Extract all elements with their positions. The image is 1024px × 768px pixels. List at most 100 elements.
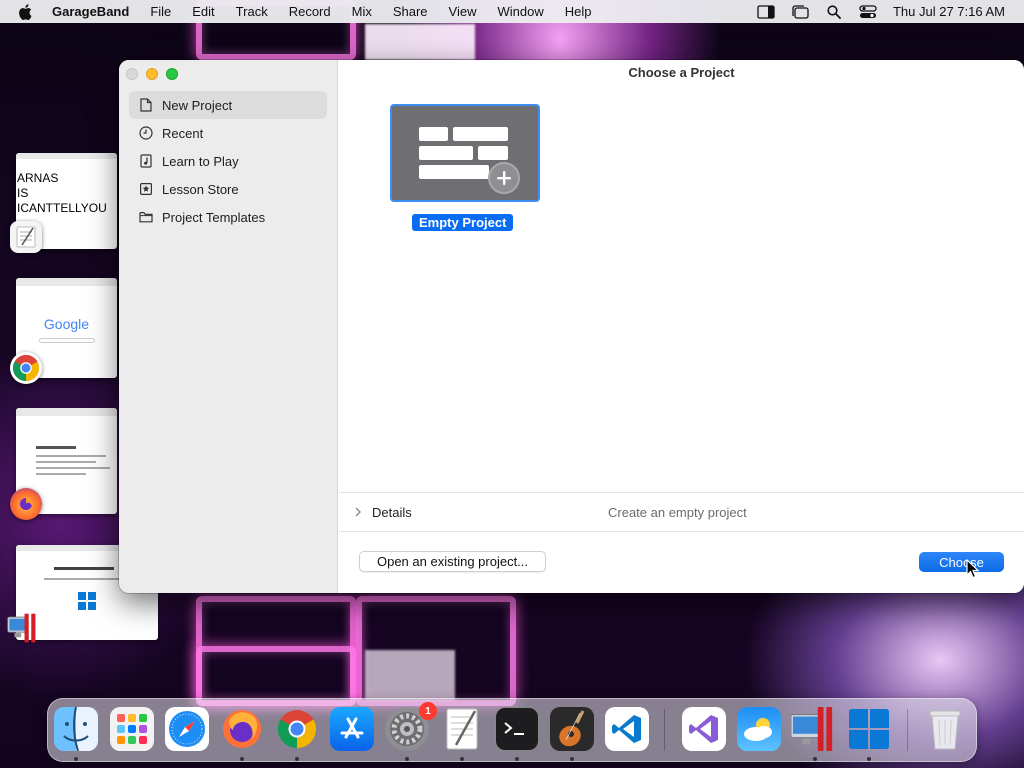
running-indicator [813, 757, 817, 761]
sidebar-item-label: Learn to Play [162, 153, 239, 169]
notification-badge: 1 [419, 702, 437, 720]
menu-file[interactable]: File [150, 4, 171, 19]
minimize-window-button[interactable] [146, 68, 158, 80]
dock-divider [907, 709, 908, 751]
project-content: Choose a Project Empty Project Details C… [339, 60, 1024, 593]
running-indicator [74, 757, 78, 761]
choose-button[interactable]: Choose [919, 552, 1004, 572]
music-note-icon [139, 154, 153, 168]
chrome-icon[interactable] [10, 352, 42, 384]
empty-project-tile[interactable] [390, 104, 540, 202]
sidebar: New Project Recent Learn to Play Lesson … [119, 60, 338, 593]
thumbnail-content-lines [36, 446, 117, 475]
sidebar-item-label: Lesson Store [162, 181, 239, 197]
search-icon[interactable] [825, 4, 843, 19]
sidebar-item-new-project[interactable]: New Project [129, 91, 327, 119]
running-indicator [295, 757, 299, 761]
folder-icon [139, 210, 153, 224]
empty-project-label[interactable]: Empty Project [412, 214, 514, 231]
details-label: Details [372, 505, 412, 520]
details-disclosure[interactable]: Details Create an empty project [339, 492, 1024, 532]
sidebar-item-lesson-store[interactable]: Lesson Store [129, 175, 327, 203]
menu-clock[interactable]: Thu Jul 27 7:16 AM [893, 4, 1005, 19]
menu-view[interactable]: View [449, 4, 477, 19]
tile-block [419, 146, 473, 160]
window-title: Choose a Project [628, 65, 735, 80]
thumbnail-text-line: IS [17, 186, 29, 200]
firefox-icon[interactable] [220, 707, 264, 751]
running-indicator [570, 757, 574, 761]
finder-icon[interactable] [54, 707, 98, 751]
chrome-icon[interactable] [275, 707, 319, 751]
running-indicator [405, 757, 409, 761]
visual-studio-icon[interactable] [682, 707, 726, 751]
running-indicator [515, 757, 519, 761]
tile-block [419, 165, 489, 179]
thumbnail-heading-line [54, 567, 114, 570]
sidebar-item-learn-to-play[interactable]: Learn to Play [129, 147, 327, 175]
thumbnail-titlebar [16, 408, 117, 416]
running-indicator [240, 757, 244, 761]
terminal-icon[interactable] [495, 707, 539, 751]
zoom-window-button[interactable] [166, 68, 178, 80]
project-description: Create an empty project [608, 505, 747, 520]
running-indicator [867, 757, 871, 761]
menu-share[interactable]: Share [393, 4, 428, 19]
running-indicator [460, 757, 464, 761]
menu-edit[interactable]: Edit [192, 4, 214, 19]
sidebar-item-label: Project Templates [162, 209, 266, 225]
apple-icon[interactable] [18, 3, 34, 20]
sidebar-item-project-templates[interactable]: Project Templates [129, 203, 327, 231]
trash-icon[interactable] [923, 707, 967, 751]
thumbnail-titlebar [16, 278, 117, 286]
weather-icon[interactable] [737, 707, 781, 751]
wallpaper-neon-frame [196, 646, 356, 706]
menu-track[interactable]: Track [236, 4, 268, 19]
document-icon [139, 98, 153, 112]
clock-icon [139, 126, 153, 140]
star-icon [139, 182, 153, 196]
parallels-icon[interactable] [791, 707, 835, 751]
thumbnail-text-line [44, 578, 126, 580]
parallels-icon[interactable] [6, 612, 38, 644]
google-logo: Google [43, 316, 90, 332]
chevron-right-icon [353, 506, 363, 518]
dock: 1 [47, 698, 977, 762]
menu-help[interactable]: Help [565, 4, 592, 19]
menu-app-name[interactable]: GarageBand [52, 4, 129, 19]
plus-icon [488, 162, 520, 194]
firefox-icon[interactable] [10, 488, 42, 520]
menu-window[interactable]: Window [498, 4, 544, 19]
safari-icon[interactable] [165, 707, 209, 751]
google-logo-text: Google [16, 316, 117, 332]
tile-block [419, 127, 448, 141]
sidebar-item-label: Recent [162, 125, 204, 141]
windows-icon[interactable] [847, 707, 891, 751]
launchpad-icon[interactable] [110, 707, 154, 751]
wallpaper-glow [365, 650, 455, 700]
tile-block [478, 146, 508, 160]
sidebar-icon[interactable] [757, 4, 775, 19]
menu-mix[interactable]: Mix [352, 4, 372, 19]
close-window-button[interactable] [126, 68, 138, 80]
thumbnail-text-line: ICANTTELLYOU [17, 201, 107, 215]
sidebar-item-recent[interactable]: Recent [129, 119, 327, 147]
thumbnail-text: ARNAS IS ICANTTELLYOU [16, 159, 117, 216]
vscode-icon[interactable] [605, 707, 649, 751]
sidebar-item-label: New Project [162, 97, 233, 113]
app-store-icon[interactable] [330, 707, 374, 751]
stage-manager-icon[interactable] [791, 4, 809, 19]
thumbnail-text-line: ARNAS [17, 171, 59, 185]
dock-divider [664, 709, 665, 751]
control-center-icon[interactable] [859, 4, 877, 19]
sidebar-list: New Project Recent Learn to Play Lesson … [129, 91, 327, 231]
wallpaper-glow [365, 24, 475, 60]
windows-logo [78, 592, 96, 610]
textedit-icon[interactable] [440, 707, 484, 751]
menu-record[interactable]: Record [289, 4, 331, 19]
textedit-icon[interactable] [10, 221, 42, 253]
guitar-icon[interactable] [550, 707, 594, 751]
menu-bar: GarageBand File Edit Track Record Mix Sh… [0, 0, 1024, 23]
open-existing-project-button[interactable]: Open an existing project... [359, 551, 546, 572]
mouse-cursor-icon [966, 558, 980, 579]
